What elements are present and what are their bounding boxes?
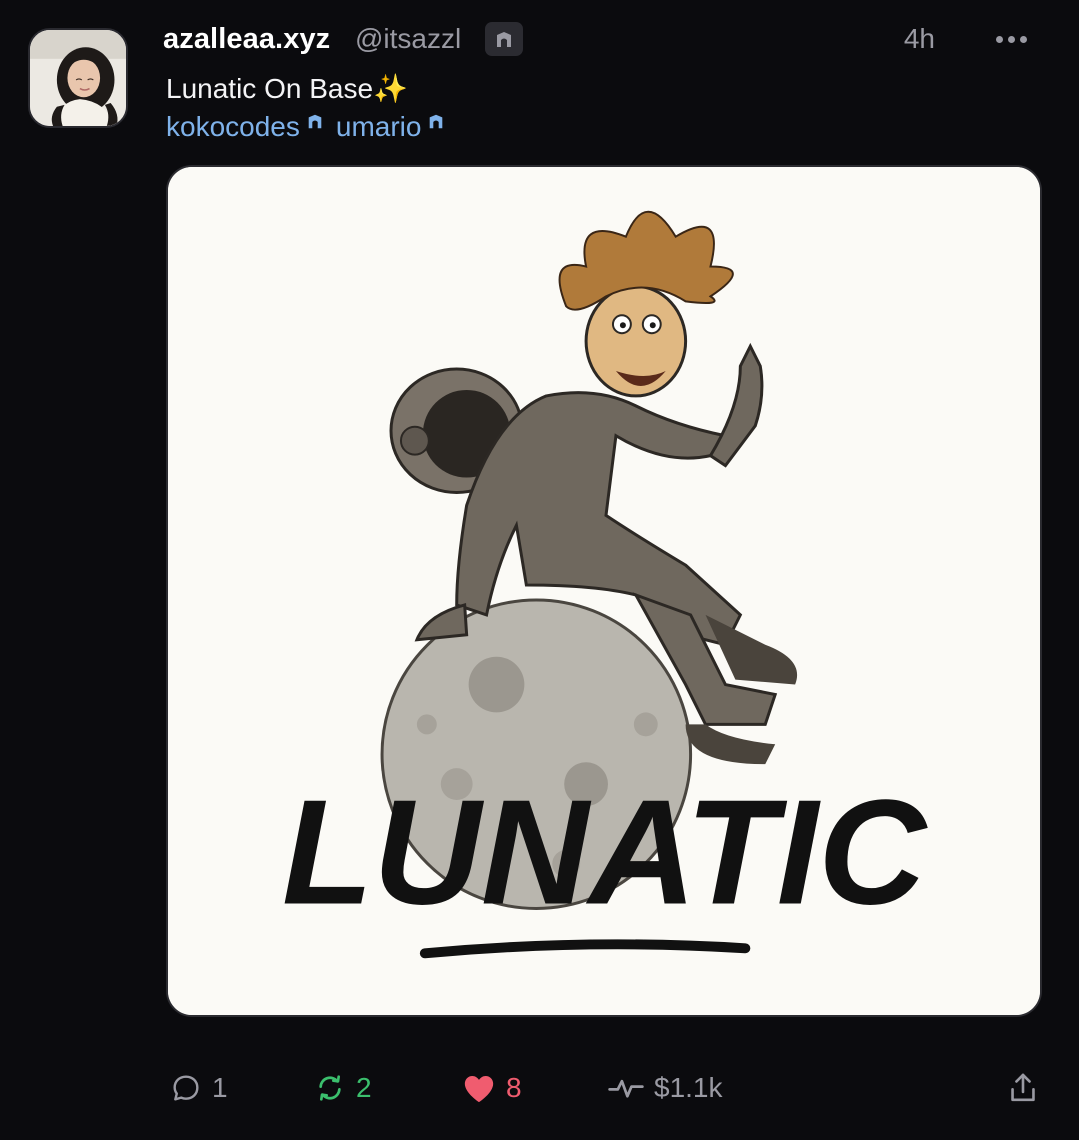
recast-icon [319,1075,341,1101]
cast-header: azalleaa.xyz @itsazzl 4h [163,22,1059,56]
timestamp[interactable]: 4h [904,22,935,56]
heart-icon [464,1075,494,1103]
arch-badge-icon [485,22,523,56]
author-display-name[interactable]: azalleaa.xyz [163,22,330,56]
cast-post: azalleaa.xyz @itsazzl 4h Lunatic On Base… [0,0,1079,1140]
mention-kokocodes[interactable]: kokocodes [166,110,300,144]
mentions-row: kokocodes umario [166,110,457,144]
share-icon [1011,1073,1035,1102]
mention-umario[interactable]: umario [336,110,422,144]
recast-button[interactable]: 2 [314,1066,372,1110]
more-options-icon[interactable] [991,22,1031,56]
activity-icon [608,1079,644,1098]
lunatic-illustration: LUNATIC [168,167,1040,1015]
like-count: 8 [506,1072,522,1103]
reply-count: 1 [212,1072,228,1103]
cast-text: Lunatic On Base✨ [166,73,408,104]
reply-button[interactable]: 1 [170,1066,228,1110]
cast-actions: 1 2 8 $1.1k [166,1066,1039,1110]
tip-amount: $1.1k [654,1072,723,1103]
like-button[interactable]: 8 [462,1066,522,1110]
comment-icon [173,1075,199,1101]
author-handle[interactable]: @itsazzl [355,22,461,56]
cast-image[interactable]: LUNATIC [166,165,1042,1017]
arch-badge-icon [306,112,324,130]
avatar[interactable] [28,28,128,128]
share-button[interactable] [1007,1066,1039,1110]
arch-badge-icon [427,112,445,130]
avatar-photo [30,30,126,126]
tip-button[interactable]: $1.1k [608,1066,723,1110]
lunatic-logo: LUNATIC [282,769,928,936]
recast-count: 2 [356,1072,372,1103]
